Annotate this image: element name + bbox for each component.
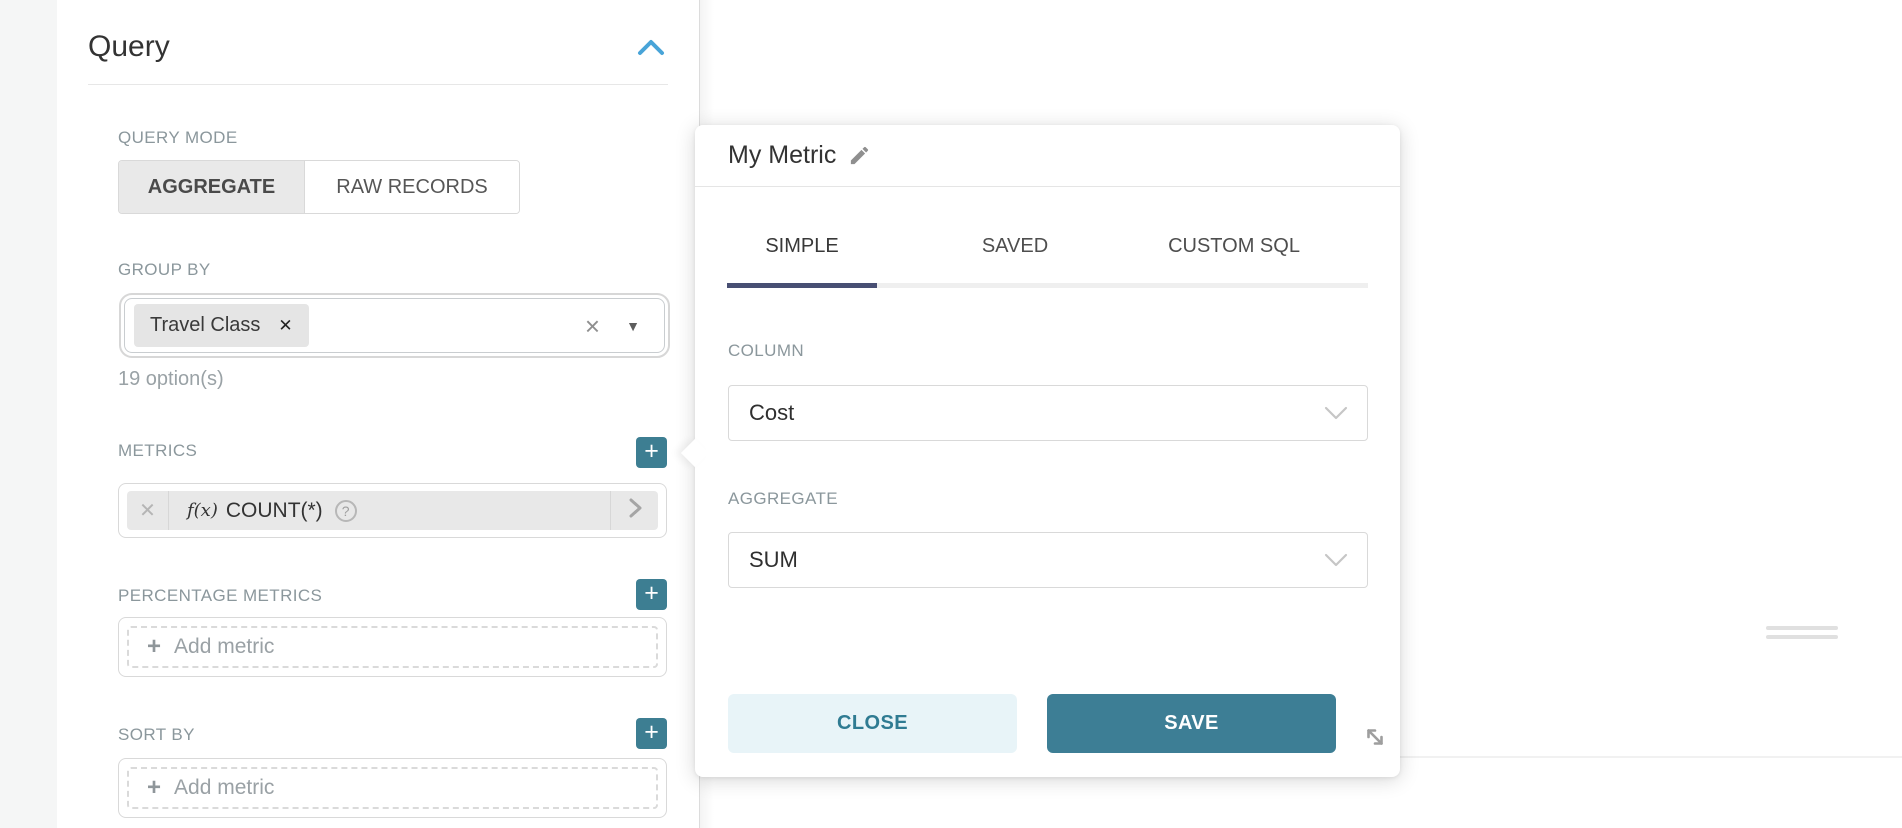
chip-label: Travel Class <box>150 314 260 337</box>
chevron-down-icon <box>1323 405 1349 421</box>
plus-icon: + <box>644 718 659 746</box>
group-by-chip[interactable]: Travel Class ✕ <box>134 304 309 347</box>
diagonal-resize-icon <box>1362 724 1388 755</box>
metrics-label: METRICS <box>118 441 197 461</box>
tab-simple[interactable]: SIMPLE <box>727 235 877 267</box>
add-percentage-metric-button[interactable]: + <box>636 579 667 610</box>
chevron-up-icon <box>637 38 665 63</box>
edit-pencil-icon[interactable] <box>848 144 871 167</box>
sort-by-control: + Add metric <box>118 758 667 818</box>
column-select[interactable]: Cost <box>728 385 1368 441</box>
percentage-metrics-add-dropzone[interactable]: + Add metric <box>127 626 658 668</box>
sort-by-label: SORT BY <box>118 725 195 745</box>
remove-metric-icon[interactable]: ✕ <box>127 491 169 530</box>
metric-editor-popover: My Metric SIMPLE SAVED CUSTOM SQL COLUMN… <box>695 125 1400 777</box>
sort-by-add-dropzone[interactable]: + Add metric <box>127 767 658 809</box>
column-label: COLUMN <box>728 341 804 361</box>
chevron-down-icon <box>1323 552 1349 568</box>
add-metric-placeholder: Add metric <box>174 635 274 659</box>
aggregate-label: AGGREGATE <box>728 489 838 509</box>
section-header-divider <box>88 84 668 85</box>
function-icon: f(x) <box>187 500 218 521</box>
popover-arrow <box>681 439 709 467</box>
group-by-select[interactable]: Travel Class ✕ × ▼ <box>124 298 665 353</box>
metrics-control: ✕ f(x) COUNT(*) ? <box>118 483 667 538</box>
plus-icon: + <box>644 579 659 607</box>
percentage-metrics-label: PERCENTAGE METRICS <box>118 586 322 606</box>
plus-icon: + <box>147 633 161 661</box>
chart-area-divider <box>1399 756 1902 758</box>
percentage-metrics-control: + Add metric <box>118 617 667 677</box>
chip-remove-icon[interactable]: ✕ <box>278 316 292 336</box>
query-section-title: Query <box>88 30 170 64</box>
query-mode-aggregate-button[interactable]: AGGREGATE <box>119 161 305 213</box>
metric-expand-button[interactable] <box>610 491 658 530</box>
pane-drag-handle-line[interactable] <box>1766 626 1838 630</box>
popover-resize-handle[interactable] <box>1361 725 1389 753</box>
tab-saved[interactable]: SAVED <box>940 235 1090 267</box>
save-button[interactable]: SAVE <box>1047 694 1336 753</box>
query-mode-toggle: AGGREGATE RAW RECORDS <box>118 160 520 214</box>
chart-builder-screen: Query QUERY MODE AGGREGATE RAW RECORDS G… <box>0 0 1902 828</box>
select-caret-icon[interactable]: ▼ <box>626 318 640 334</box>
pane-drag-handle-line[interactable] <box>1766 635 1838 639</box>
help-icon[interactable]: ? <box>335 500 357 522</box>
column-value: Cost <box>749 400 794 426</box>
add-metric-button[interactable]: + <box>636 437 667 468</box>
add-sort-by-button[interactable]: + <box>636 718 667 749</box>
chevron-right-icon <box>627 496 643 525</box>
query-mode-label: QUERY MODE <box>118 128 238 148</box>
popover-header: My Metric <box>695 125 1400 187</box>
left-gutter <box>0 0 57 828</box>
group-by-label: GROUP BY <box>118 260 211 280</box>
tab-custom-sql[interactable]: CUSTOM SQL <box>1134 235 1334 267</box>
metric-expression: COUNT(*) <box>226 499 323 523</box>
metric-pill[interactable]: ✕ f(x) COUNT(*) ? <box>127 491 658 530</box>
close-button[interactable]: CLOSE <box>728 694 1017 753</box>
aggregate-value: SUM <box>749 547 798 573</box>
select-clear-icon[interactable]: × <box>585 313 600 339</box>
query-mode-raw-records-button[interactable]: RAW RECORDS <box>305 161 519 213</box>
plus-icon: + <box>644 437 659 465</box>
plus-icon: + <box>147 774 161 802</box>
group-by-options-hint: 19 option(s) <box>118 368 224 391</box>
metric-name: My Metric <box>728 141 836 170</box>
active-tab-indicator <box>727 283 877 288</box>
collapse-section-button[interactable] <box>634 36 668 64</box>
add-metric-placeholder: Add metric <box>174 776 274 800</box>
aggregate-select[interactable]: SUM <box>728 532 1368 588</box>
